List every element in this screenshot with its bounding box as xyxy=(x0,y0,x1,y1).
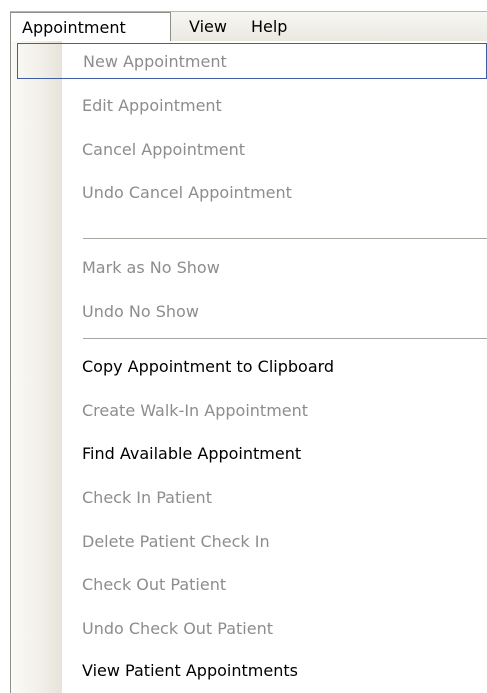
menu-item-check-out-patient[interactable]: Check Out Patient xyxy=(17,566,487,602)
menu-appointment[interactable]: Appointment xyxy=(10,12,171,41)
menu-item-cancel-appointment[interactable]: Cancel Appointment xyxy=(17,131,487,167)
menu-bar: Appointment View Help xyxy=(10,11,487,41)
menu-separator xyxy=(83,338,487,339)
menu-item-find-available-appointment[interactable]: Find Available Appointment xyxy=(17,435,487,471)
menu-item-view-patient-appointments[interactable]: View Patient Appointments xyxy=(17,652,487,688)
appointment-dropdown-menu: New Appointment Edit Appointment Cancel … xyxy=(10,41,487,693)
menu-item-undo-check-out-patient[interactable]: Undo Check Out Patient xyxy=(17,610,487,646)
menu-view[interactable]: View xyxy=(171,12,227,41)
menu-separator xyxy=(83,238,487,239)
menu-item-delete-patient-check-in[interactable]: Delete Patient Check In xyxy=(17,523,487,559)
menu-item-mark-as-no-show[interactable]: Mark as No Show xyxy=(17,249,487,285)
menu-item-create-walk-in-appointment[interactable]: Create Walk-In Appointment xyxy=(17,392,487,428)
menu-item-edit-appointment[interactable]: Edit Appointment xyxy=(17,87,487,123)
menu-item-undo-no-show[interactable]: Undo No Show xyxy=(17,293,487,329)
menu-item-check-in-patient[interactable]: Check In Patient xyxy=(17,479,487,515)
menu-item-undo-cancel-appointment[interactable]: Undo Cancel Appointment xyxy=(17,174,487,210)
menu-item-copy-appointment-to-clipboard[interactable]: Copy Appointment to Clipboard xyxy=(17,348,487,384)
menu-help[interactable]: Help xyxy=(227,12,287,41)
menu-item-new-appointment[interactable]: New Appointment xyxy=(17,43,487,79)
